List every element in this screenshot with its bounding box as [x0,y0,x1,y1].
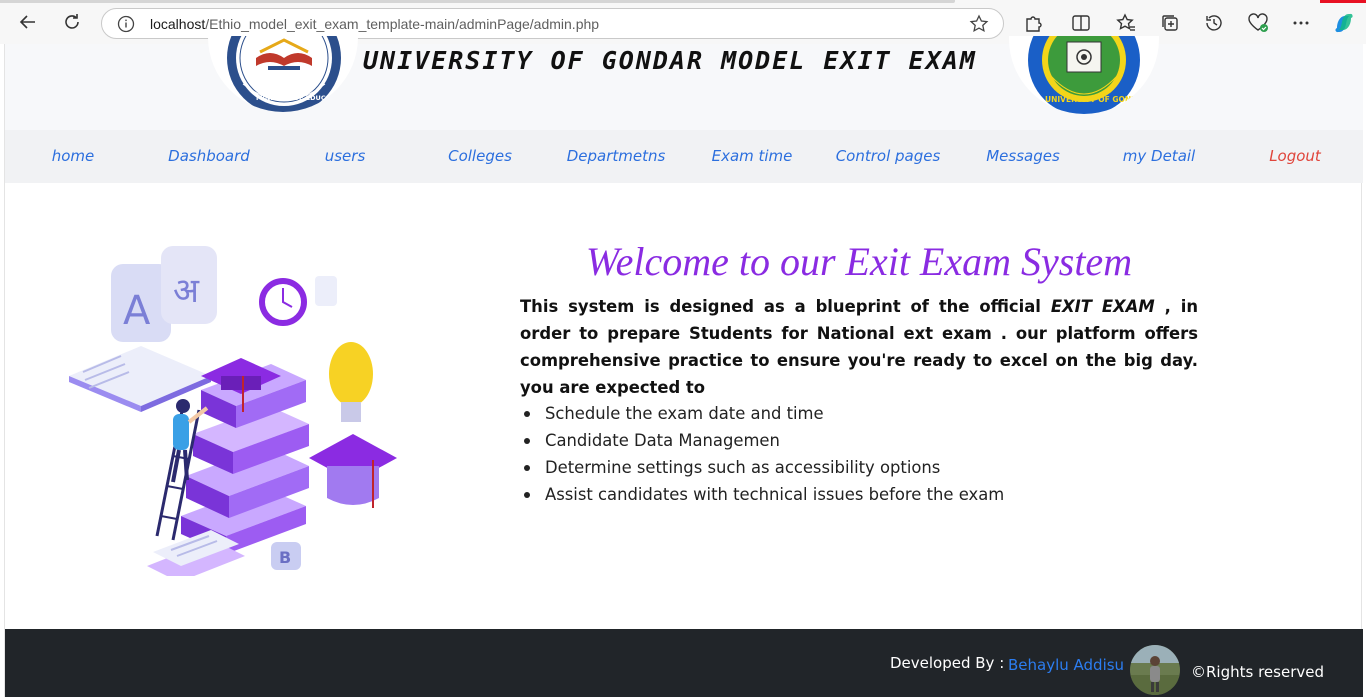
developed-by-label: Developed By : [890,654,1005,672]
nav-messages[interactable]: Messages [986,147,1060,165]
collections-icon [1162,15,1178,31]
more-dots-icon [1293,21,1309,25]
history-button[interactable] [1203,12,1225,34]
heart-pulse-icon [1248,13,1268,32]
nav-home[interactable]: home [52,147,95,165]
svg-text:B: B [279,548,291,567]
site-header: MINISTRY OF EDUCATION UNIVERSITY OF GOND… [5,36,1363,130]
list-item: Assist candidates with technical issues … [524,481,1185,508]
reload-button[interactable] [60,10,84,34]
university-logo: UNIVERSITY OF GONDAR [1009,36,1159,114]
intro-text-start: This system is designed as a blueprint o… [520,297,1051,316]
rights-text: ©Rights reserved [1191,663,1324,681]
copilot-icon [1335,13,1353,33]
intro-paragraph: This system is designed as a blueprint o… [520,293,1198,401]
welcome-heading: Welcome to our Exit Exam System [585,239,1133,284]
developer-photo-icon [1130,645,1180,695]
svg-text:UNIVERSITY OF GONDAR: UNIVERSITY OF GONDAR [1045,95,1149,104]
nav-my-detail[interactable]: my Detail [1123,147,1195,165]
developer-link[interactable]: Behaylu Addisu [1008,656,1124,674]
main-navbar: home Dashboard users Colleges Departmetn… [5,130,1363,183]
favorite-star-icon[interactable] [969,14,989,34]
site-title: UNIVERSITY OF GONDAR MODEL EXIT EXAM [363,46,977,75]
letter-script-icon: अ [173,271,200,311]
back-button[interactable] [16,10,40,34]
extensions-button[interactable] [1022,12,1044,34]
favorites-icon [1116,13,1135,31]
person-figure [176,399,190,413]
university-of-gondar-seal-icon: UNIVERSITY OF GONDAR [1028,36,1149,114]
list-item: Candidate Data Managemen [524,427,1185,454]
split-screen-icon [1072,15,1090,31]
nav-departments[interactable]: Departmetns [567,147,666,165]
letter-a-icon: A [123,288,151,334]
svg-text:MINISTRY OF EDUCATION: MINISTRY OF EDUCATION [256,94,348,102]
site-footer: Developed By : Behaylu Addisu ©Rights re… [5,629,1363,697]
page-content: MINISTRY OF EDUCATION UNIVERSITY OF GOND… [4,36,1363,697]
nav-exam-time[interactable]: Exam time [712,147,793,165]
history-icon [1206,15,1222,31]
nav-dashboard[interactable]: Dashboard [168,147,250,165]
browser-toolbar: localhost/Ethio_model_exit_exam_template… [0,0,1366,44]
tab-strip-edge [0,0,955,3]
more-menu-button[interactable] [1290,12,1312,34]
split-screen-button[interactable] [1070,12,1092,34]
light-bulb-icon [329,342,373,406]
collections-button[interactable] [1159,12,1181,34]
reload-icon [65,14,79,29]
education-illustration: A अ B [69,246,397,576]
copilot-button[interactable] [1333,12,1355,34]
avatar [1130,645,1180,695]
intro-emphasis: EXIT EXAM [1050,297,1155,316]
nav-users[interactable]: users [325,147,366,165]
list-item: Schedule the exam date and time [524,400,1185,427]
window-accent [1320,0,1366,3]
back-arrow-icon [19,15,35,29]
ministry-logo: MINISTRY OF EDUCATION [208,36,358,112]
list-item: Determine settings such as accessibility… [524,454,1185,481]
performance-button[interactable] [1247,12,1269,34]
address-bar[interactable]: localhost/Ethio_model_exit_exam_template… [101,8,1004,39]
ministry-of-education-seal-icon: MINISTRY OF EDUCATION [227,36,348,112]
nav-logout[interactable]: Logout [1269,147,1321,165]
url-host: localhost [150,16,206,32]
open-book [69,346,211,406]
nav-control-pages[interactable]: Control pages [836,147,941,165]
url-path: /Ethio_model_exit_exam_template-main/adm… [205,16,600,32]
favorites-button[interactable] [1115,12,1137,34]
site-info-icon[interactable] [117,15,135,33]
url-text[interactable]: localhost/Ethio_model_exit_exam_template… [150,16,599,32]
responsibility-list: Schedule the exam date and time Candidat… [524,400,1185,508]
puzzle-icon [1026,16,1042,32]
nav-colleges[interactable]: Colleges [448,147,512,165]
